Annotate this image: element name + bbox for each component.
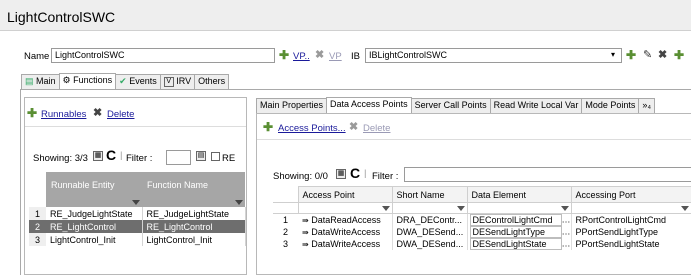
access-points-table: Access Point Short Name Data Element Acc…	[273, 186, 691, 250]
add-access-point-icon[interactable]: ✚	[263, 121, 273, 133]
table-row[interactable]: 2 ⇛ DataWriteAccess DWA_DESend... DESend…	[273, 226, 691, 238]
refresh-icon[interactable]: C	[106, 147, 116, 163]
access-showing: Showing: 0/0	[273, 171, 328, 182]
funnel-icon[interactable]	[235, 200, 243, 206]
vp-link[interactable]: VP..	[293, 51, 310, 62]
access-filter-label: Filter :	[372, 171, 399, 182]
separator: |	[364, 168, 367, 179]
column-header[interactable]: Access Point	[297, 186, 393, 203]
refresh-icon[interactable]: C	[350, 165, 360, 181]
tab-main[interactable]: ▤ Main	[21, 74, 60, 89]
delete-access-point-icon: ✖	[349, 121, 359, 133]
table-row[interactable]: 1 ⇛ DataReadAccess DRA_DEContr... DECont…	[273, 213, 691, 226]
main-icon: ▤	[25, 76, 34, 86]
re-checkbox[interactable]	[211, 152, 220, 161]
table-header: Access Point Short Name Data Element Acc…	[273, 186, 691, 203]
copy-icon[interactable]: ▦	[336, 169, 346, 179]
chevron-down-icon[interactable]: ▾	[611, 50, 615, 59]
funnel-icon[interactable]	[381, 206, 390, 212]
name-label: Name	[24, 51, 50, 62]
edit-pencil-icon[interactable]: ✎	[643, 48, 652, 61]
write-access-icon: ⇛	[302, 240, 309, 249]
funnel-icon[interactable]	[132, 200, 140, 206]
funnel-icon[interactable]	[680, 206, 689, 212]
irv-icon: V	[163, 76, 174, 87]
ib-label: IB	[351, 51, 360, 62]
tab-data-access-points[interactable]: Data Access Points	[326, 97, 412, 113]
table-row[interactable]: 1 RE_JudgeLightState RE_JudgeLightState	[29, 207, 246, 220]
funnel-icon[interactable]	[456, 206, 465, 212]
functions-showing: Showing: 3/3	[33, 153, 88, 164]
delete-ib-icon[interactable]: ✖	[658, 49, 667, 61]
divider	[25, 126, 246, 127]
tab-others[interactable]: Others	[194, 74, 230, 89]
tab-server-call-points[interactable]: Server Call Points	[410, 98, 491, 113]
column-header[interactable]: Short Name	[391, 186, 468, 203]
column-header[interactable]: Data Element	[466, 186, 572, 203]
add-vp-icon[interactable]: ✚	[279, 49, 289, 61]
table-row-selected[interactable]: 2 RE_LightControl RE_LightControl	[29, 220, 246, 233]
table-header: Runnable Entity Function Name	[29, 172, 245, 197]
window-title: LightControlSWC	[7, 9, 116, 25]
delete-runnable-link[interactable]: Delete	[107, 109, 134, 120]
table-row[interactable]: 3 LightControl_Init LightControl_Init	[29, 233, 246, 246]
tab-mode-points[interactable]: Mode Points	[581, 98, 640, 113]
tab-main-properties[interactable]: Main Properties	[256, 98, 328, 113]
column-header[interactable]: Function Name	[142, 172, 245, 197]
name-input[interactable]: LightControlSWC	[51, 48, 275, 63]
functions-icon: ⚙	[62, 75, 71, 85]
left-tabstrip: ▤ Main ⚙ Functions ✔ Events V IRV Others	[21, 73, 230, 89]
access-filter-input[interactable]	[404, 167, 691, 182]
tab-irv[interactable]: V IRV	[159, 74, 196, 89]
funnel-icon[interactable]	[560, 206, 569, 212]
runnables-link[interactable]: Runnables	[41, 109, 86, 120]
table-row[interactable]: 3 ⇛ DataWriteAccess DWA_DESend... DESend…	[273, 238, 691, 250]
column-header[interactable]: Accessing Port	[570, 186, 691, 203]
ib-select-value: IBLightControlSWC	[369, 50, 448, 60]
right-tabstrip: Main Properties Data Access Points Server …	[256, 97, 656, 113]
functions-filter-label: Filter :	[126, 153, 153, 164]
divider	[257, 139, 691, 140]
tab-events[interactable]: ✔ Events	[115, 74, 161, 89]
tab-functions[interactable]: ⚙ Functions	[58, 73, 117, 89]
read-access-icon: ⇛	[302, 216, 309, 225]
tab-overflow[interactable]: »₄	[638, 98, 656, 113]
ib-select[interactable]: IBLightControlSWC	[365, 48, 622, 63]
events-icon: ✔	[119, 76, 127, 86]
separator: |	[120, 150, 123, 161]
tab-read-write-local-var[interactable]: Read Write Local Var	[489, 98, 583, 113]
access-points-link[interactable]: Access Points...	[278, 123, 346, 134]
filter-row	[273, 202, 691, 214]
column-header[interactable]: Runnable Entity	[46, 172, 142, 197]
delete-vp-icon: ✖	[315, 49, 325, 61]
add-ib-icon[interactable]: ✚	[626, 49, 636, 61]
copy-icon[interactable]: ▦	[93, 151, 103, 161]
functions-filter-input[interactable]	[166, 150, 191, 165]
title-bar: LightControlSWC	[0, 0, 691, 31]
vp-link-disabled: VP	[329, 51, 342, 62]
delete-access-point-link: Delete	[363, 123, 391, 134]
write-access-icon: ⇛	[302, 228, 309, 237]
runnables-table: Runnable Entity Function Name 1 RE_Judge…	[29, 172, 246, 246]
add-more-icon[interactable]: ✚	[674, 49, 684, 61]
add-runnable-icon[interactable]: ✚	[27, 107, 37, 119]
re-label: RE	[222, 153, 236, 164]
delete-runnable-icon[interactable]: ✖	[93, 107, 102, 119]
filter-options-icon[interactable]: ▤	[196, 151, 206, 161]
filter-row	[29, 197, 245, 207]
